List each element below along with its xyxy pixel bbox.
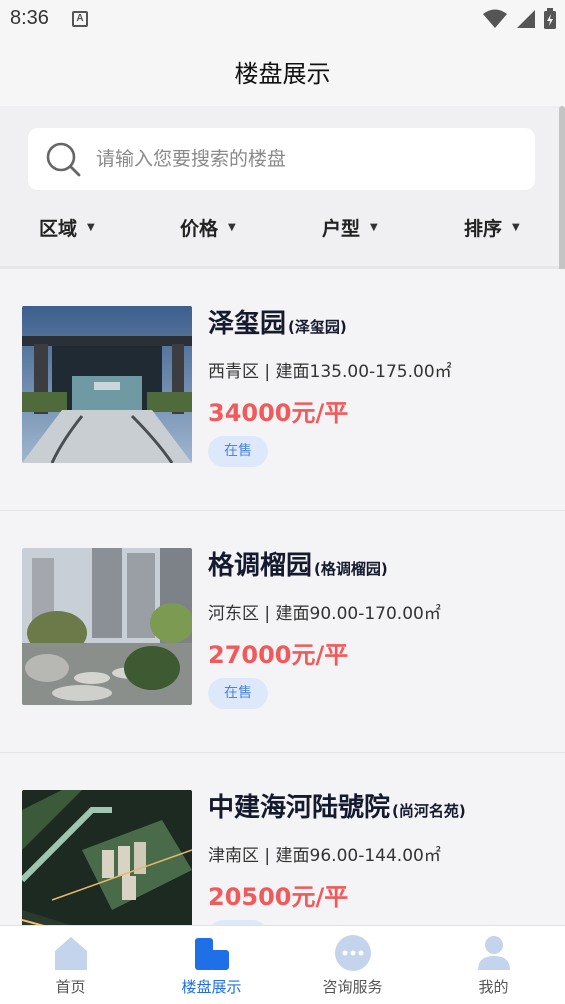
listing-title: 格调榴园 (格调榴园)	[208, 545, 388, 582]
listing-title: 泽玺园 (泽玺园)	[208, 303, 347, 340]
listing-photo	[22, 548, 192, 705]
listing-price: 34000元/平	[208, 399, 349, 427]
tab-home[interactable]: 首页	[0, 926, 141, 1004]
caret-down-icon: ▼	[512, 222, 520, 233]
filter-price[interactable]: 价格 ▼	[180, 214, 236, 241]
listing-price: 27000元/平	[208, 641, 349, 669]
filter-label: 价格	[180, 218, 219, 240]
nav-bar: 楼盘展示	[0, 38, 565, 106]
listing-name: 中建海河陆號院	[208, 793, 391, 823]
bottom-tab-bar: 首页 楼盘展示 咨询服务 我的	[0, 925, 565, 1004]
building-icon	[195, 938, 229, 970]
wifi-icon	[483, 9, 507, 28]
chat-icon	[335, 935, 371, 971]
listing-name: 格调榴园	[208, 551, 313, 581]
tab-listings[interactable]: 楼盘展示	[141, 926, 282, 1004]
status-badge: 在售	[208, 678, 268, 709]
search-box[interactable]	[28, 128, 535, 190]
status-bar: 8:36 A	[0, 0, 565, 38]
listing-photo	[22, 306, 192, 463]
battery-icon	[544, 8, 556, 29]
listing-photo	[22, 790, 192, 925]
filter-region[interactable]: 区域 ▼	[39, 214, 95, 241]
filter-sort[interactable]: 排序 ▼	[464, 214, 520, 241]
user-icon	[478, 936, 510, 970]
listing-info: 津南区 | 建面96.00-144.00㎡	[208, 846, 441, 866]
filter-layout[interactable]: 户型 ▼	[322, 214, 378, 241]
listing-card[interactable]: 格调榴园 (格调榴园) 河东区 | 建面90.00-170.00㎡ 27000元/…	[0, 511, 565, 753]
tab-label: 首页	[55, 978, 86, 996]
tab-label: 我的	[478, 978, 509, 996]
page-title: 楼盘展示	[234, 60, 331, 88]
tab-label: 咨询服务	[322, 978, 383, 996]
home-icon	[55, 937, 87, 970]
listing-alias: (尚河名苑)	[392, 802, 466, 820]
filter-label: 区域	[39, 218, 78, 240]
search-icon	[46, 142, 81, 177]
tab-consult[interactable]: 咨询服务	[282, 926, 423, 1004]
caret-down-icon: ▼	[370, 222, 378, 233]
listing-card[interactable]: 泽玺园 (泽玺园) 西青区 | 建面135.00-175.00㎡ 34000元/平…	[0, 269, 565, 511]
listing-card[interactable]: 中建海河陆號院 (尚河名苑) 津南区 | 建面96.00-144.00㎡ 2050…	[0, 753, 565, 925]
status-badge: 在售	[208, 436, 268, 467]
signal-icon	[517, 10, 535, 28]
caret-down-icon: ▼	[87, 222, 95, 233]
listing-price: 20500元/平	[208, 883, 349, 911]
filter-label: 排序	[464, 218, 503, 240]
listing-alias: (格调榴园)	[314, 560, 388, 578]
listing-alias: (泽玺园)	[288, 318, 347, 336]
listing-name: 泽玺园	[208, 309, 287, 339]
filter-bar: 区域 ▼ 价格 ▼ 户型 ▼ 排序 ▼	[0, 214, 565, 244]
notification-icon: A	[72, 11, 88, 27]
listing-info: 西青区 | 建面135.00-175.00㎡	[208, 362, 452, 382]
listing-title: 中建海河陆號院 (尚河名苑)	[208, 787, 466, 824]
listing-list: 泽玺园 (泽玺园) 西青区 | 建面135.00-175.00㎡ 34000元/平…	[0, 269, 565, 925]
listing-info: 河东区 | 建面90.00-170.00㎡	[208, 604, 441, 624]
status-time: 8:36	[10, 7, 49, 29]
filter-label: 户型	[322, 218, 361, 240]
caret-down-icon: ▼	[228, 222, 236, 233]
tab-profile[interactable]: 我的	[423, 926, 564, 1004]
status-icons	[483, 8, 557, 30]
filter-area: 区域 ▼ 价格 ▼ 户型 ▼ 排序 ▼	[0, 106, 565, 269]
tab-label: 楼盘展示	[181, 978, 242, 996]
search-input[interactable]	[96, 140, 516, 178]
